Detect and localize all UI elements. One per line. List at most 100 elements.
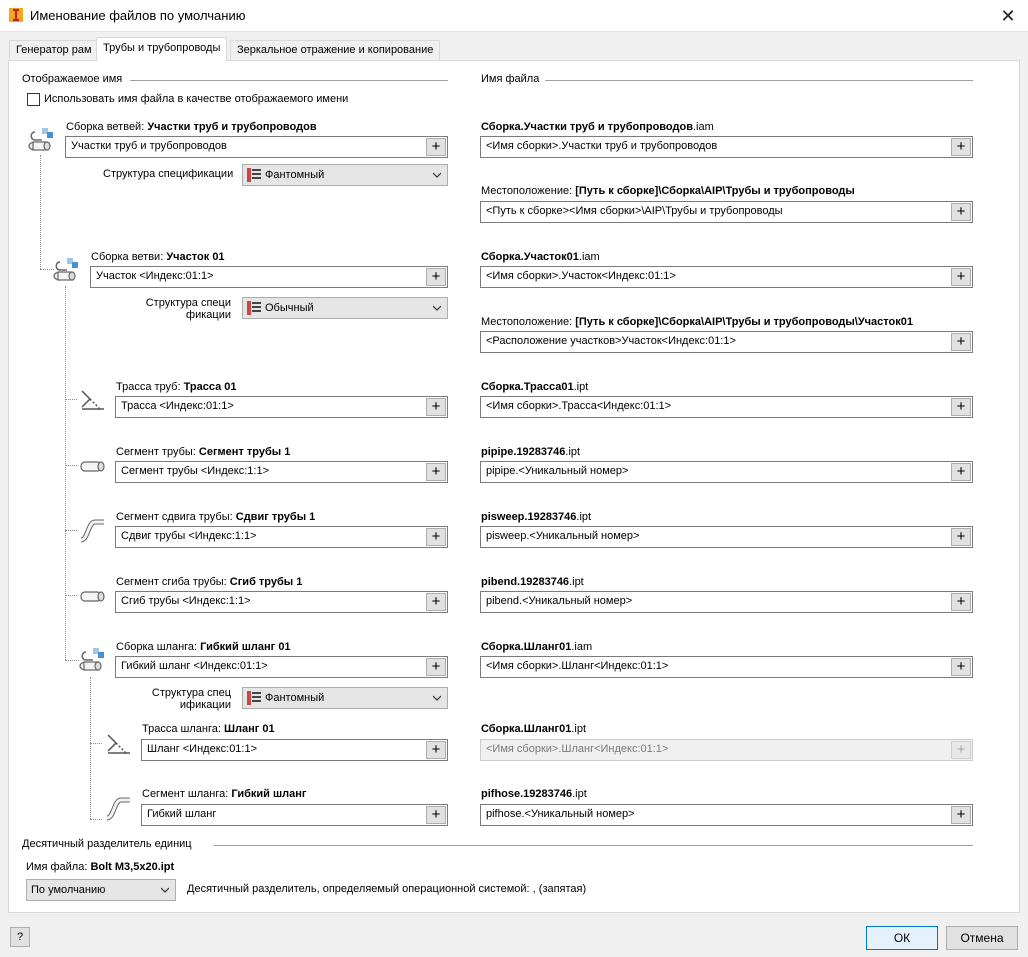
bom-structure-label: Структура спецификации <box>145 297 231 321</box>
tab-frame-generator[interactable]: Генератор рам <box>9 40 99 60</box>
route-icon <box>107 734 130 754</box>
decimal-separator-select[interactable]: По умолчанию <box>26 879 176 901</box>
hose-route-name-field[interactable]: Шланг <Индекс:01:1> <box>141 739 448 761</box>
tab-tubes-pipes[interactable]: Трубы и трубопроводы <box>96 37 228 61</box>
add-parameter-button[interactable]: + <box>951 528 971 546</box>
sweep-segment-label: Сегмент сдвига трубы: Сдвиг трубы 1 <box>116 511 316 523</box>
decimal-separator-note: Десятичный разделитель, определяемый опе… <box>187 883 587 895</box>
pipe-segment-label: Сегмент трубы: Сегмент трубы 1 <box>116 446 291 458</box>
route-filename-field[interactable]: <Имя сборки>.Трасса<Индекс:01:1> <box>480 396 973 418</box>
bend-icon <box>80 591 105 602</box>
decimal-separator-value: По умолчанию <box>31 884 106 896</box>
bom-structure-icon <box>247 301 261 315</box>
sweep-segment-filename-label: pisweep.19283746.ipt <box>481 511 592 523</box>
add-parameter-button[interactable]: + <box>951 333 971 351</box>
route-name-field[interactable]: Трасса <Индекс:01:1> <box>115 396 448 418</box>
add-parameter-button[interactable]: + <box>951 463 971 481</box>
add-parameter-button[interactable]: + <box>426 268 446 286</box>
use-filename-checkbox[interactable] <box>27 93 40 106</box>
route-filename-label: Сборка.Трасса01.ipt <box>481 381 589 393</box>
tab-mirror-copy[interactable]: Зеркальное отражение и копирование <box>230 40 441 60</box>
pipe-segment-name-field[interactable]: Сегмент трубы <Индекс:1:1> <box>115 461 448 483</box>
tree-line <box>40 155 41 269</box>
use-filename-label: Использовать имя файла в качестве отобра… <box>44 93 349 105</box>
bom-structure-icon <box>247 168 261 182</box>
inventor-icon <box>9 8 23 22</box>
sweep-segment-name-field[interactable]: Сдвиг трубы <Индекс:1:1> <box>115 526 448 548</box>
pipe-segment-filename-label: pipipe.19283746.ipt <box>481 446 581 458</box>
hose-assembly-filename-field[interactable]: <Имя сборки>.Шланг<Индекс:01:1> <box>480 656 973 678</box>
tree-line <box>65 286 66 660</box>
file-name-header: Имя файла <box>481 73 544 85</box>
add-parameter-button[interactable]: + <box>951 203 971 221</box>
bom-structure-value: Фантомный <box>265 169 325 181</box>
hose-segment-filename-label: pifhose.19283746.ipt <box>481 788 587 800</box>
hose-assembly-name-field[interactable]: Гибкий шланг <Индекс:01:1> <box>115 656 448 678</box>
close-button[interactable]: ✕ <box>990 0 1026 32</box>
help-icon: ? <box>16 931 24 943</box>
add-parameter-button[interactable]: + <box>426 398 446 416</box>
add-parameter-button[interactable]: + <box>426 741 446 759</box>
add-parameter-button[interactable]: + <box>426 806 446 824</box>
bom-structure-select[interactable]: Обычный <box>242 297 448 319</box>
branches-location-label: Местоположение: [Путь к сборке]\Сборка\A… <box>481 185 855 197</box>
chevron-down-icon <box>161 887 169 893</box>
sweep-segment-filename-field[interactable]: pisweep.<Уникальный номер> <box>480 526 973 548</box>
add-parameter-button[interactable]: + <box>951 806 971 824</box>
hose-route-label: Трасса шланга: Шланг 01 <box>142 723 275 735</box>
add-parameter-button[interactable]: + <box>426 593 446 611</box>
branches-assembly-label: Сборка ветвей: Участки труб и трубопрово… <box>66 121 317 133</box>
branches-name-field[interactable]: Участки труб и трубопроводов <box>65 136 448 158</box>
bend-segment-label: Сегмент сгиба трубы: Сгиб трубы 1 <box>116 576 303 588</box>
hose-assembly-filename-label: Сборка.Шланг01.iam <box>481 641 593 653</box>
add-parameter-button[interactable]: + <box>951 268 971 286</box>
branch-filename-label: Сборка.Участок01.iam <box>481 251 600 263</box>
tree-line <box>65 465 77 466</box>
hose-segment-name-field[interactable]: Гибкий шланг <box>141 804 448 826</box>
tree-line <box>90 677 91 819</box>
bend-segment-filename-label: pibend.19283746.ipt <box>481 576 584 588</box>
bend-segment-name-field[interactable]: Сгиб трубы <Индекс:1:1> <box>115 591 448 613</box>
window-title: Именование файлов по умолчанию <box>30 8 246 23</box>
bend-segment-filename-field[interactable]: pibend.<Уникальный номер> <box>480 591 973 613</box>
divider <box>545 80 973 81</box>
add-parameter-button[interactable]: + <box>426 463 446 481</box>
tree-line <box>90 743 102 744</box>
pipe-assembly-icon <box>28 128 53 151</box>
branches-location-field[interactable]: <Путь к сборке><Имя сборки>\AIP\Трубы и … <box>480 201 973 223</box>
bom-structure-label: Структура спецификации <box>151 687 231 711</box>
bom-structure-value: Фантомный <box>265 692 325 704</box>
add-parameter-button[interactable]: + <box>951 138 971 156</box>
hose-route-filename-label: Сборка.Шланг01.ipt <box>481 723 587 735</box>
pipe-segment-filename-field[interactable]: pipipe.<Уникальный номер> <box>480 461 973 483</box>
pipe-assembly-icon <box>53 258 78 281</box>
branch-name-field[interactable]: Участок <Индекс:01:1> <box>90 266 448 288</box>
hose-route-filename-field: <Имя сборки>.Шланг<Индекс:01:1> <box>480 739 973 761</box>
ok-button[interactable]: ОК <box>866 926 938 950</box>
add-parameter-button[interactable]: + <box>951 658 971 676</box>
divider <box>130 80 448 81</box>
add-parameter-button[interactable]: + <box>951 593 971 611</box>
hose-segment-label: Сегмент шланга: Гибкий шланг <box>142 788 307 800</box>
chevron-down-icon <box>433 172 441 178</box>
add-parameter-button[interactable]: + <box>426 528 446 546</box>
close-icon: ✕ <box>1000 6 1016 26</box>
bom-structure-select[interactable]: Фантомный <box>242 687 448 709</box>
branch-location-field[interactable]: <Расположение участков>Участок<Индекс:01… <box>480 331 973 353</box>
route-label: Трасса труб: Трасса 01 <box>116 381 237 393</box>
decimal-filename-example: Имя файла: Bolt M3,5x20.ipt <box>26 861 175 873</box>
add-parameter-button[interactable]: + <box>426 658 446 676</box>
bom-structure-select[interactable]: Фантомный <box>242 164 448 186</box>
branch-filename-field[interactable]: <Имя сборки>.Участок<Индекс:01:1> <box>480 266 973 288</box>
help-button[interactable]: ? <box>10 927 30 947</box>
chevron-down-icon <box>433 305 441 311</box>
tree-line <box>65 595 77 596</box>
branches-filename-label: Сборка.Участки труб и трубопроводов.iam <box>481 121 714 133</box>
branches-filename-field[interactable]: <Имя сборки>.Участки труб и трубопроводо… <box>480 136 973 158</box>
cancel-button[interactable]: Отмена <box>946 926 1018 950</box>
add-parameter-button[interactable]: + <box>426 138 446 156</box>
display-name-header: Отображаемое имя <box>22 73 127 85</box>
add-parameter-button[interactable]: + <box>951 398 971 416</box>
bom-structure-value: Обычный <box>265 302 314 314</box>
hose-segment-filename-field[interactable]: pifhose.<Уникальный номер> <box>480 804 973 826</box>
